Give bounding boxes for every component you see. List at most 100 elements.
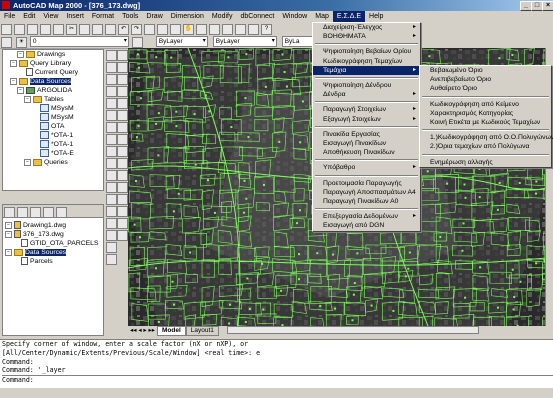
tree-item[interactable]: GTID_OTA_PARCELS (5, 239, 101, 248)
menu-window[interactable]: Window (278, 11, 311, 22)
menu-item[interactable]: 1.)Κωδικογράφηση από Ο.Ο.Πολυγώνων (420, 133, 553, 142)
text-tool-icon[interactable] (106, 254, 117, 265)
tree-item[interactable]: Parcels (5, 257, 101, 266)
attach-icon[interactable] (4, 207, 15, 218)
zoom-previous-icon[interactable] (222, 24, 233, 35)
tree-item[interactable]: − Query Library (3, 59, 103, 68)
properties-icon[interactable] (235, 24, 246, 35)
print-icon[interactable] (40, 24, 51, 35)
menu-item[interactable]: Πινακίδα Εργασίας (313, 130, 420, 139)
menu-item[interactable]: Χαρακτηρισμός Κατηγορίας (420, 109, 551, 118)
chamfer-tool-icon[interactable] (117, 206, 128, 217)
menu-item[interactable]: Ψηφιοποίηση Δένδρου (313, 81, 420, 90)
menu-item[interactable]: Ψηφιοποίηση Βεβαίων Ορίου (313, 47, 420, 56)
new-icon[interactable] (1, 24, 12, 35)
design-center-icon[interactable] (248, 24, 259, 35)
join-tool-icon[interactable] (117, 194, 128, 205)
menu-dimension[interactable]: Dimension (167, 11, 208, 22)
menu-format[interactable]: Format (88, 11, 118, 22)
ucs-icon[interactable] (170, 24, 181, 35)
make-current-icon[interactable] (131, 37, 143, 48)
menu-item[interactable]: Διαχείριση-Έλεγχος ▸ (313, 23, 420, 32)
break-tool-icon[interactable] (117, 182, 128, 193)
detach-icon[interactable] (17, 207, 28, 218)
tab-layout1[interactable]: Layout1 (185, 326, 219, 336)
menu-item[interactable]: Ενημέρωση αλλαγής (420, 158, 551, 167)
tree-item[interactable]: Current Query (3, 68, 103, 77)
match-properties-icon[interactable] (105, 24, 116, 35)
close-button[interactable]: × (542, 1, 553, 11)
undo-icon[interactable]: ↶ (118, 24, 129, 35)
menu-modify[interactable]: Modify (208, 11, 237, 22)
menu-item[interactable]: Εξαγωγή Στοιχείων ▸ (313, 115, 420, 124)
query-icon[interactable] (56, 207, 67, 218)
menu-item[interactable]: Κωδικογράφηση από Κείμενο (420, 100, 551, 109)
expand-toggle-icon[interactable]: − (24, 158, 31, 166)
activate-icon[interactable] (30, 207, 41, 218)
menu-help[interactable]: Help (365, 11, 387, 22)
menu-item[interactable]: Τεμάχια ▸ (313, 65, 420, 76)
expand-toggle-icon[interactable]: − (17, 86, 24, 94)
tree-item[interactable]: *OTA-E (3, 149, 103, 158)
cut-icon[interactable]: ✂ (66, 24, 77, 35)
fillet-tool-icon[interactable] (117, 218, 128, 229)
expand-toggle-icon[interactable]: − (17, 50, 24, 58)
menu-item[interactable]: Παραγωγή Αποσπασμάτων Α4 (313, 188, 420, 197)
menu-item[interactable]: Προετοιμασία Παραγωγής (313, 179, 420, 188)
trim-tool-icon[interactable] (117, 158, 128, 169)
help-icon[interactable]: ? (261, 24, 272, 35)
tree-item[interactable]: *OTA-1 (3, 140, 103, 149)
menu-esde[interactable]: Ε.Σ.Δ.Ε (332, 11, 366, 22)
menu-view[interactable]: View (39, 11, 62, 22)
tree-item[interactable]: − ARGOLIDA (3, 86, 103, 95)
menu-item[interactable]: 2.)Όρια τεμαχίων από Πολύγωνα (420, 142, 551, 151)
menu-edit[interactable]: Edit (19, 11, 39, 22)
tree-item[interactable]: OTA (3, 122, 103, 131)
menu-item[interactable]: Κωδικογράφηση Τεμαχίων (313, 57, 420, 66)
menu-map[interactable]: Map (311, 11, 333, 22)
expand-toggle-icon[interactable]: − (5, 221, 12, 229)
expand-toggle-icon[interactable]: − (10, 77, 17, 85)
zoom-window-icon[interactable] (209, 24, 220, 35)
copy-tool-icon[interactable] (117, 62, 128, 73)
menu-item[interactable]: Αυθαίρετο Όριο (420, 84, 551, 93)
menu-draw[interactable]: Draw (142, 11, 166, 22)
command-line[interactable]: Command: (2, 375, 553, 385)
expand-toggle-icon[interactable]: − (24, 95, 31, 103)
save-icon[interactable] (27, 24, 38, 35)
menu-file[interactable]: File (0, 11, 19, 22)
menu-item[interactable]: Υπόβαθρο ▸ (313, 163, 420, 172)
explode-tool-icon[interactable] (117, 230, 128, 241)
menu-item[interactable]: Επεξεργασία Δεδομένων ▸ (313, 212, 420, 221)
menu-item[interactable]: Παραγωγή Στοιχείων ▸ (313, 105, 420, 114)
tree-item[interactable]: − 376_173.dwg (5, 230, 101, 239)
expand-toggle-icon[interactable]: − (10, 59, 17, 67)
tree-item[interactable]: *OTA-1 (3, 131, 103, 140)
tree-item[interactable]: − Data Sources (3, 77, 103, 86)
tree-item[interactable]: − Data Sources (5, 248, 101, 257)
extend-tool-icon[interactable] (117, 170, 128, 181)
redo-icon[interactable]: ↷ (131, 24, 142, 35)
scale-tool-icon[interactable] (117, 134, 128, 145)
preview-icon[interactable] (53, 24, 64, 35)
tracking-icon[interactable] (157, 24, 168, 35)
open-icon[interactable] (14, 24, 25, 35)
pan-icon[interactable]: ✋ (183, 24, 194, 35)
menu-item[interactable]: ΒΟΗΘΗΜΑΤΑ ▸ (313, 32, 420, 41)
menu-dbconnect[interactable]: dbConnect (236, 11, 278, 22)
menu-item[interactable]: Δένδρα ▸ (313, 90, 420, 99)
menu-item[interactable]: Αποθήκευση Πινακίδων (313, 148, 420, 157)
array-tool-icon[interactable] (117, 98, 128, 109)
expand-toggle-icon[interactable]: − (5, 230, 12, 238)
menu-item[interactable]: Κοινή Ετικέτα με Κωδικούς Τεμαχίων (420, 118, 551, 127)
tree-item[interactable]: MSysM (3, 113, 103, 122)
tab-model[interactable]: Model (157, 326, 186, 336)
copy-icon[interactable] (79, 24, 90, 35)
offset-tool-icon[interactable] (117, 86, 128, 97)
stretch-tool-icon[interactable] (117, 146, 128, 157)
layer-state-icon[interactable]: ☀ (15, 37, 27, 48)
erase-tool-icon[interactable] (117, 50, 128, 61)
autocad-app-icon[interactable] (2, 1, 10, 9)
menu-item[interactable]: Παραγωγή Πινακίδων Α0 (313, 197, 420, 206)
menu-item[interactable]: Ανεπιβεβαίωτο Όριο (420, 75, 551, 84)
